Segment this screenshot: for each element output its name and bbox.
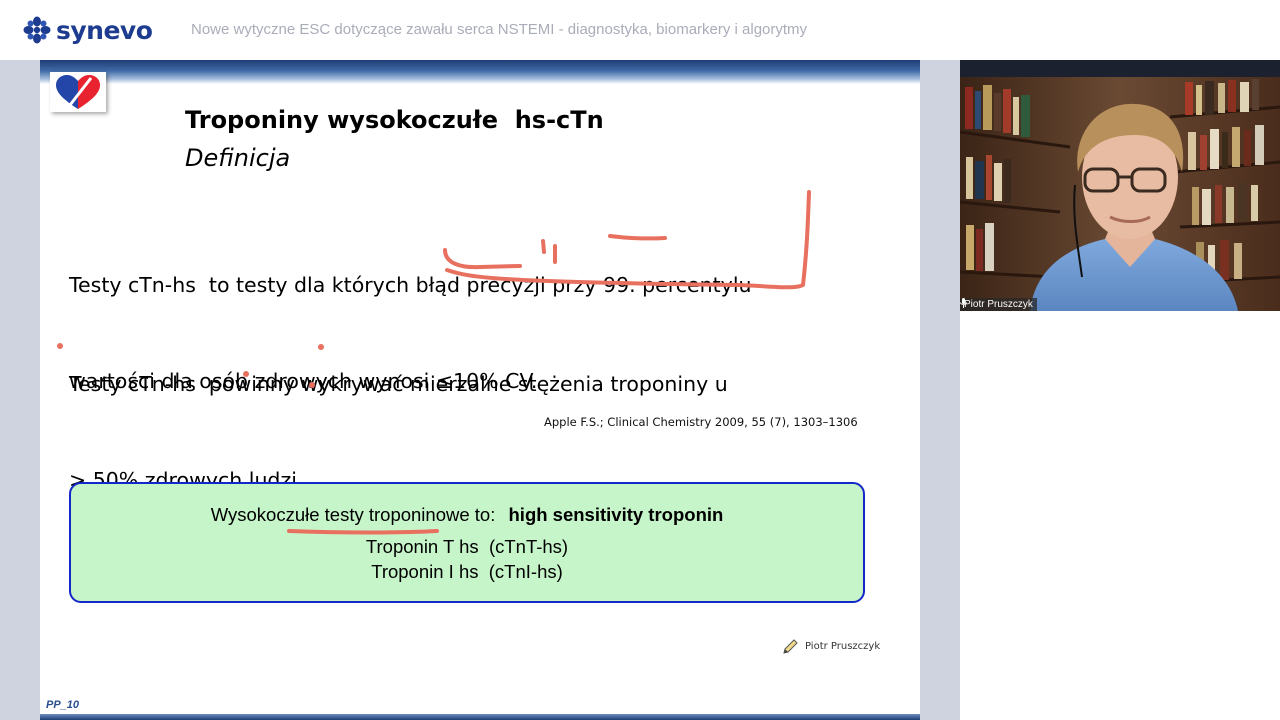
logo-text: synevo bbox=[56, 15, 153, 45]
definition-line-1: Testy cTn-hs to testy dla których błąd p… bbox=[69, 273, 752, 297]
video-top-strip bbox=[960, 60, 1280, 77]
slide-header-bar bbox=[40, 60, 920, 84]
microphone-icon bbox=[960, 298, 967, 308]
synevo-logo[interactable]: synevo bbox=[22, 14, 153, 46]
slide-subtitle: Definicja bbox=[185, 144, 291, 172]
slide-number: PP_10 bbox=[46, 699, 80, 711]
pencil-icon bbox=[783, 639, 798, 654]
webinar-title: Nowe wytyczne ESC dotyczące zawału serca… bbox=[191, 21, 808, 38]
definition-box: Wysokoczułe testy troponinowe to: high s… bbox=[69, 482, 865, 603]
slide-footer-bar bbox=[40, 714, 920, 720]
citation: Apple F.S.; Clinical Chemistry 2009, 55 … bbox=[544, 415, 858, 429]
app-header: synevo Nowe wytyczne ESC dotyczące zawał… bbox=[0, 0, 1280, 61]
presentation-slide: Troponiny wysokoczułe hs-cTn Definicja T… bbox=[40, 60, 920, 720]
slide-heart-logo bbox=[50, 72, 106, 112]
speaker-video-frame bbox=[960, 77, 1280, 311]
box-troponin-t: Troponin T hs (cTnT-hs) bbox=[365, 536, 569, 557]
slide-author: Piotr Pruszczyk bbox=[782, 638, 880, 655]
detection-line-1: Testy cTn-hs powinny wykrywać mierzalne … bbox=[69, 372, 728, 396]
annotation-dot bbox=[57, 343, 63, 349]
participant-name: Piotr Pruszczyk bbox=[964, 299, 1033, 310]
box-troponin-i: Troponin I hs (cTnI-hs) bbox=[371, 561, 563, 582]
participants-panel: Piotr Pruszczyk bbox=[960, 60, 1280, 720]
speaker-video[interactable]: Piotr Pruszczyk bbox=[960, 77, 1280, 311]
heart-logo-icon bbox=[56, 75, 100, 109]
synevo-flower-icon bbox=[23, 16, 51, 44]
box-heading-regular: Wysokoczułe testy troponinowe to: bbox=[210, 504, 496, 525]
author-name: Piotr Pruszczyk bbox=[805, 641, 881, 652]
box-heading: Wysokoczułe testy troponinowe to: high s… bbox=[71, 504, 863, 526]
participant-name-tag: Piotr Pruszczyk bbox=[960, 298, 1037, 311]
box-heading-bold: high sensitivity troponin bbox=[508, 504, 724, 525]
slide-title: Troponiny wysokoczułe hs-cTn bbox=[185, 106, 604, 134]
